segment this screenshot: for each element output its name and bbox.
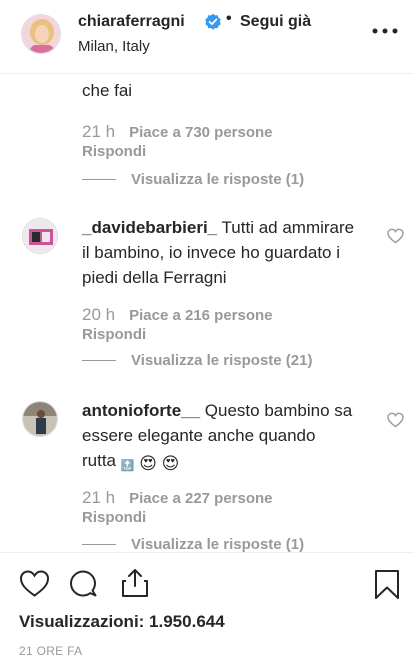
comment-meta: 21 h Piace a 227 persone — [82, 488, 273, 508]
author-username[interactable]: chiaraferragni — [78, 13, 185, 31]
post-actions: Visualizzazioni: 1.950.644 21 ORE FA — [0, 552, 414, 665]
comment-text-line: Questo bambino sa — [204, 401, 353, 420]
view-replies-button[interactable]: Visualizza le risposte (21) — [131, 352, 312, 369]
comment-meta: 20 h Piace a 216 persone — [82, 305, 273, 325]
verified-badge-icon — [205, 13, 221, 30]
comment-username[interactable]: antonioforte__ — [82, 401, 200, 420]
bookmark-icon[interactable] — [374, 569, 400, 600]
views-count[interactable]: Visualizzazioni: 1.950.644 — [19, 612, 225, 632]
replies-divider — [82, 360, 116, 361]
comment-username[interactable]: _davidebarbieri_ — [82, 218, 217, 237]
comment-likes[interactable]: Piace a 730 persone — [129, 124, 272, 141]
comments-list[interactable]: che fai 21 h Piace a 730 persone Rispondi… — [0, 74, 414, 552]
comment-time: 21 h — [82, 122, 116, 141]
commenter-avatar[interactable] — [22, 218, 58, 254]
comment-text-line: Tutti ad ammirare — [221, 218, 355, 237]
comment-text-line: il bambino, io invece ho guardato i — [82, 243, 340, 262]
comment-text-fragment: rutta — [82, 451, 117, 470]
post-timestamp[interactable]: 21 ORE FA — [19, 644, 82, 658]
comment-text-line: piedi della Ferragni — [82, 268, 227, 287]
reply-button[interactable]: Rispondi — [82, 509, 146, 526]
author-avatar[interactable] — [21, 14, 61, 54]
comment-like-heart-icon[interactable] — [387, 412, 404, 428]
comment-icon[interactable] — [68, 569, 98, 599]
post-header: chiaraferragni • Segui già Milan, Italy — [0, 0, 414, 74]
commenter-avatar[interactable] — [22, 401, 58, 437]
comment-text: che fai — [82, 81, 133, 100]
view-replies-button[interactable]: Visualizza le risposte (1) — [131, 536, 304, 552]
replies-divider — [82, 544, 116, 545]
heart-eyes-emoji: 😍 — [139, 454, 157, 473]
reply-button[interactable]: Rispondi — [82, 326, 146, 343]
share-icon[interactable] — [120, 567, 150, 599]
header-separator: • — [226, 10, 232, 27]
comment-time: 20 h — [82, 305, 116, 324]
comment-text-line: essere elegante anche quando — [82, 426, 316, 445]
reply-button[interactable]: Rispondi — [82, 143, 146, 160]
heart-eyes-emoji: 😍 — [161, 454, 180, 473]
post-location[interactable]: Milan, Italy — [78, 38, 150, 55]
comment-meta: 21 h Piace a 730 persone — [82, 122, 273, 142]
following-button[interactable]: Segui già — [240, 13, 311, 31]
more-options-icon[interactable] — [371, 24, 399, 38]
heart-icon[interactable] — [19, 569, 50, 598]
view-replies-button[interactable]: Visualizza le risposte (1) — [131, 171, 304, 188]
top-emoji: 🔝 — [120, 460, 135, 472]
comment-like-heart-icon[interactable] — [387, 228, 404, 244]
comment-text: _davidebarbieri_ Tutti ad ammirare — [82, 215, 382, 240]
replies-divider — [82, 179, 116, 180]
comment-time: 21 h — [82, 488, 116, 507]
comment-text: antonioforte__ Questo bambino sa — [82, 398, 382, 423]
comment-likes[interactable]: Piace a 227 persone — [129, 490, 272, 507]
comment-text-line: rutta 🔝 😍 😍 — [82, 448, 179, 479]
comment-likes[interactable]: Piace a 216 persone — [129, 307, 272, 324]
